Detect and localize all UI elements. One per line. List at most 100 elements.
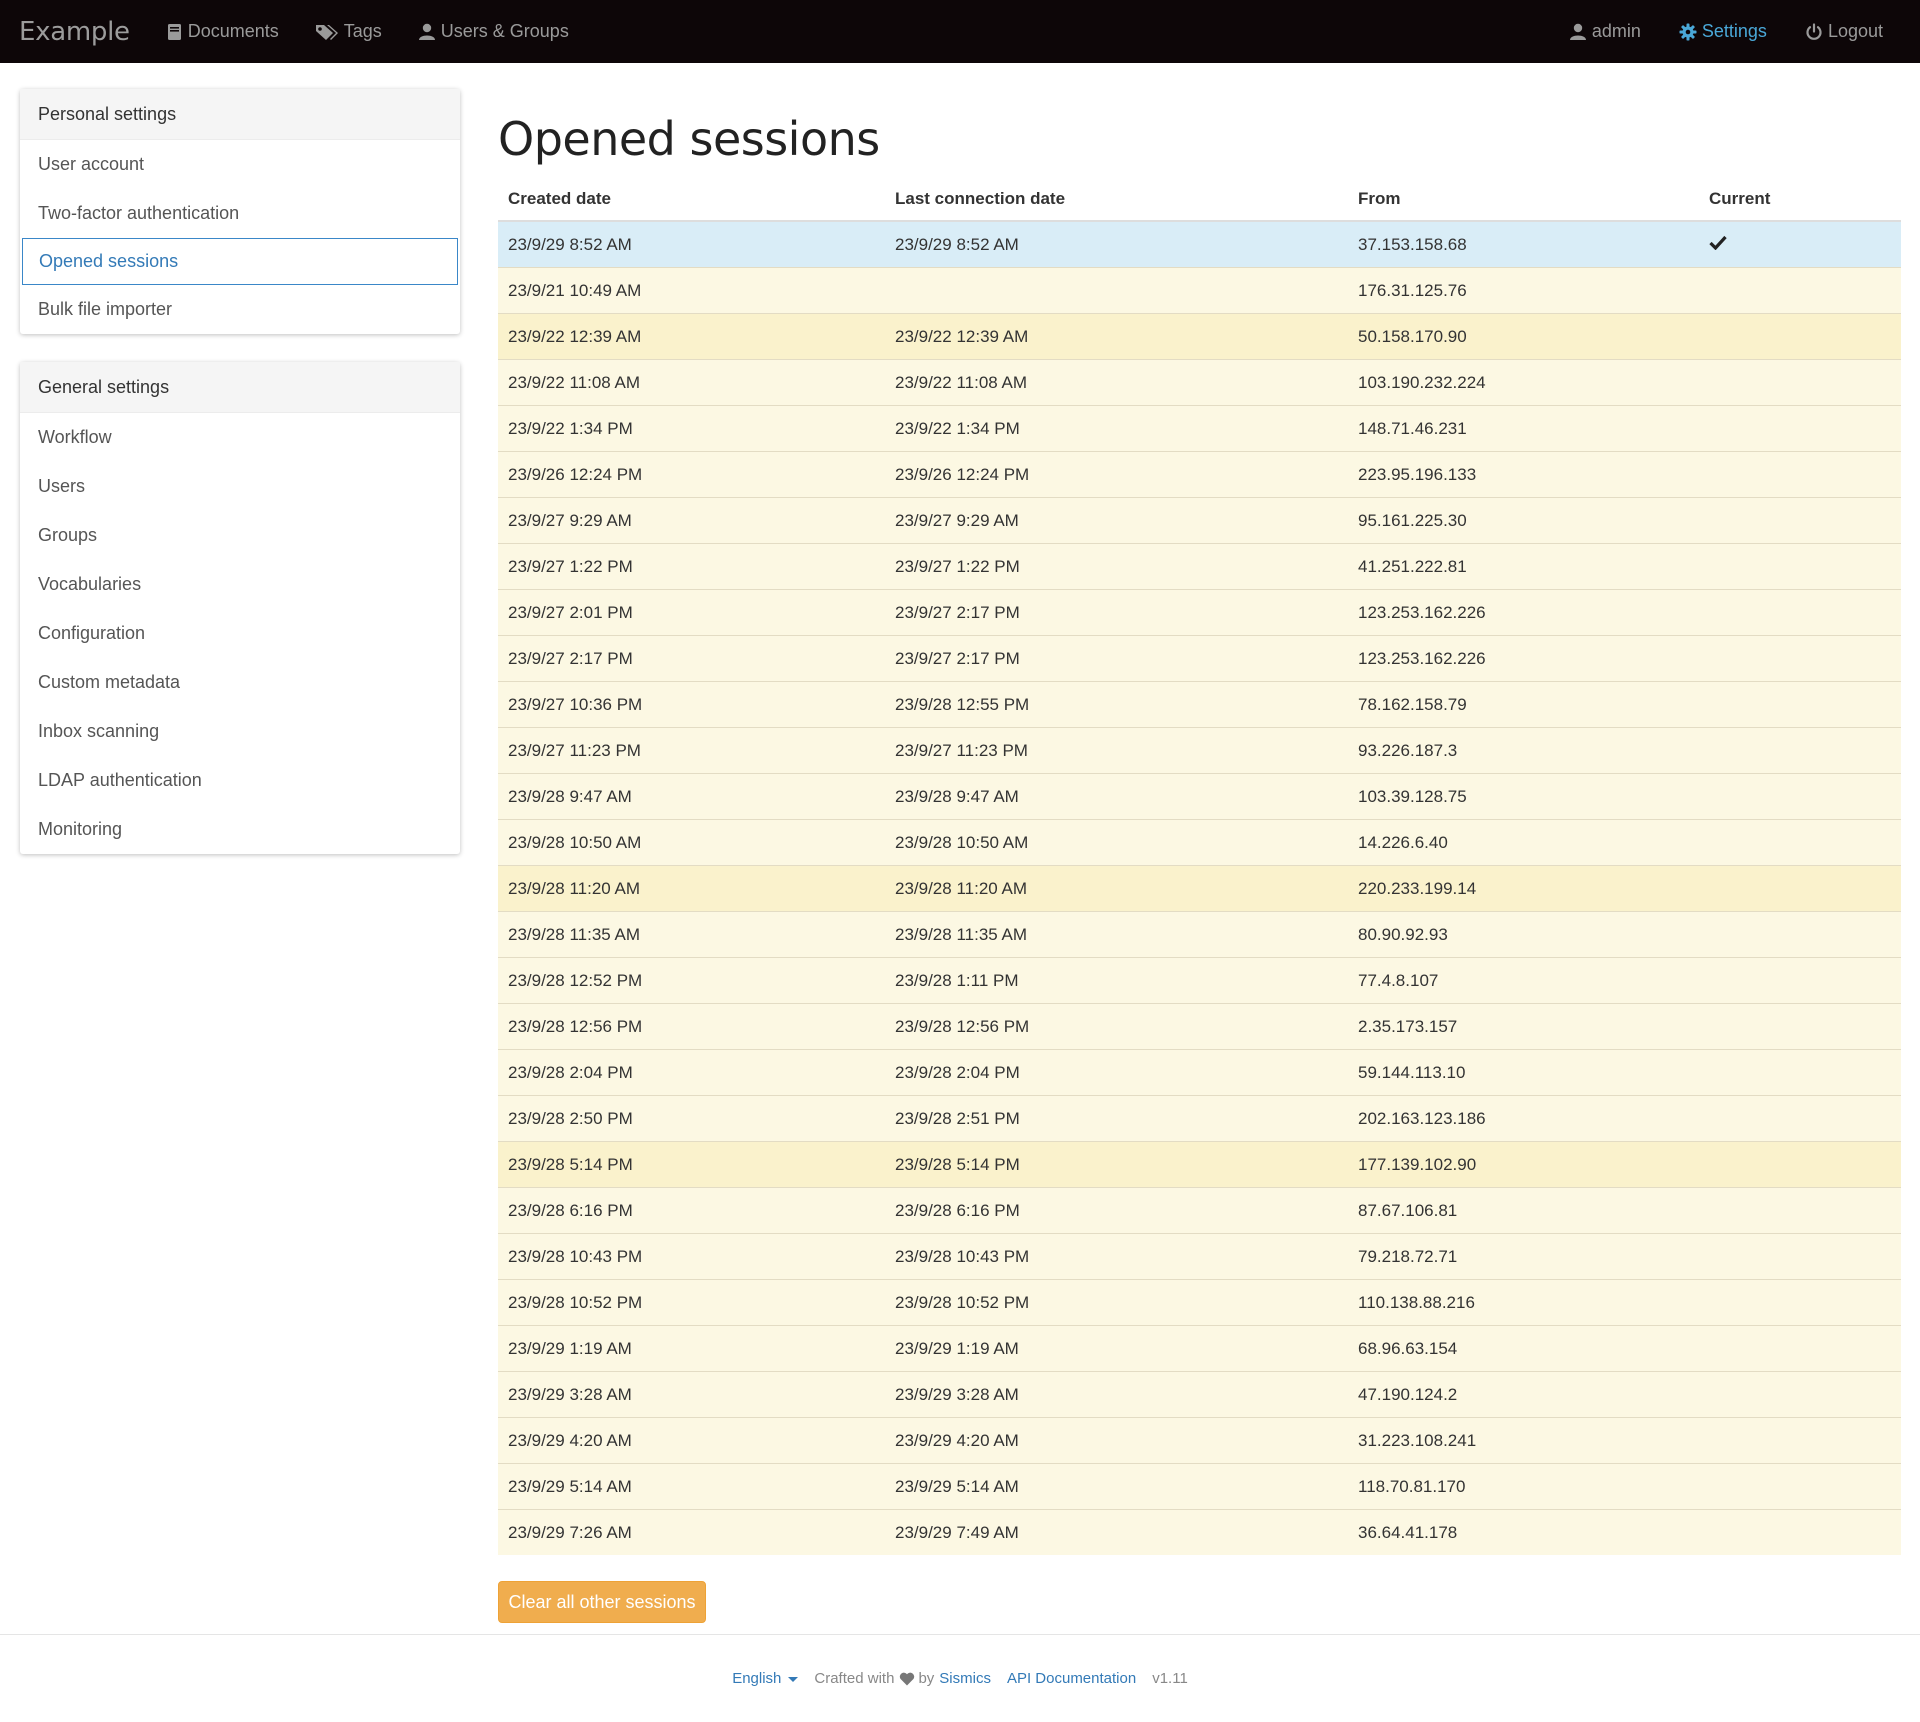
- cell-from-ip: 95.161.225.30: [1348, 497, 1699, 544]
- sidebar-item-groups[interactable]: Groups: [20, 511, 460, 560]
- page-title: Opened sessions: [498, 112, 880, 166]
- sidebar-item-bulk-file-importer[interactable]: Bulk file importer: [20, 285, 460, 334]
- sidebar-item-two-factor[interactable]: Two-factor authentication: [20, 189, 460, 238]
- cell-last-connection: 23/9/28 11:20 AM: [885, 865, 1348, 912]
- nav-documents[interactable]: Documents: [167, 21, 279, 42]
- cell-current: [1699, 773, 1901, 820]
- sidebar-item-custom-metadata[interactable]: Custom metadata: [20, 658, 460, 707]
- cell-last-connection: 23/9/29 1:19 AM: [885, 1325, 1348, 1372]
- cell-current: [1699, 1187, 1901, 1234]
- sidebar-item-ldap-authentication[interactable]: LDAP authentication: [20, 756, 460, 805]
- clear-sessions-button[interactable]: Clear all other sessions: [498, 1581, 706, 1623]
- cell-current: [1699, 589, 1901, 636]
- top-navbar: Example Documents Tags Users & Groups ad…: [0, 0, 1920, 63]
- cell-current: [1699, 1049, 1901, 1096]
- cell-created-date: 23/9/29 1:19 AM: [498, 1325, 885, 1372]
- api-documentation-link[interactable]: API Documentation: [1007, 1670, 1136, 1687]
- cell-created-date: 23/9/28 11:35 AM: [498, 911, 885, 958]
- footer: English Crafted with by Sismics API Docu…: [0, 1634, 1920, 1722]
- sismics-link[interactable]: Sismics: [939, 1670, 991, 1687]
- nav-settings[interactable]: Settings: [1679, 21, 1767, 42]
- table-row: 23/9/28 9:47 AM 23/9/28 9:47 AM 103.39.128…: [498, 773, 1901, 820]
- table-row: 23/9/28 2:04 PM 23/9/28 2:04 PM 59.144.113…: [498, 1049, 1901, 1096]
- cell-current: [1699, 497, 1901, 544]
- cell-created-date: 23/9/26 12:24 PM: [498, 451, 885, 498]
- sidebar-item-inbox-scanning[interactable]: Inbox scanning: [20, 707, 460, 756]
- cell-from-ip: 110.138.88.216: [1348, 1279, 1699, 1326]
- cell-from-ip: 103.39.128.75: [1348, 773, 1699, 820]
- table-row: 23/9/27 11:23 PM 23/9/27 11:23 PM 93.226.1…: [498, 727, 1901, 774]
- cell-from-ip: 123.253.162.226: [1348, 635, 1699, 682]
- cell-created-date: 23/9/27 9:29 AM: [498, 497, 885, 544]
- table-row: 23/9/28 10:52 PM 23/9/28 10:52 PM 110.138.…: [498, 1279, 1901, 1326]
- cell-from-ip: 78.162.158.79: [1348, 681, 1699, 728]
- crafted-with-text: Crafted with: [814, 1670, 895, 1687]
- table-row: 23/9/28 12:52 PM 23/9/28 1:11 PM 77.4.8.10…: [498, 957, 1901, 1004]
- cell-from-ip: 80.90.92.93: [1348, 911, 1699, 958]
- sidebar-item-monitoring[interactable]: Monitoring: [20, 805, 460, 854]
- sidebar-item-users[interactable]: Users: [20, 462, 460, 511]
- cell-from-ip: 14.226.6.40: [1348, 819, 1699, 866]
- sidebar-item-vocabularies[interactable]: Vocabularies: [20, 560, 460, 609]
- language-dropdown[interactable]: English: [732, 1670, 799, 1687]
- cell-created-date: 23/9/28 2:50 PM: [498, 1095, 885, 1142]
- table-header-row: Created date Last connection date From C…: [498, 178, 1901, 222]
- sidebar-item-configuration[interactable]: Configuration: [20, 609, 460, 658]
- sidebar-item-user-account[interactable]: User account: [20, 140, 460, 189]
- cell-from-ip: 148.71.46.231: [1348, 405, 1699, 452]
- cell-last-connection: 23/9/29 3:28 AM: [885, 1371, 1348, 1418]
- cell-last-connection: 23/9/27 9:29 AM: [885, 497, 1348, 544]
- nav-users-groups-label: Users & Groups: [440, 21, 569, 41]
- cell-created-date: 23/9/27 2:01 PM: [498, 589, 885, 636]
- cell-last-connection: 23/9/28 10:52 PM: [885, 1279, 1348, 1326]
- nav-settings-label: Settings: [1701, 21, 1767, 41]
- cell-created-date: 23/9/28 9:47 AM: [498, 773, 885, 820]
- table-row: 23/9/21 10:49 AM 176.31.125.76: [498, 267, 1901, 314]
- cell-created-date: 23/9/28 10:52 PM: [498, 1279, 885, 1326]
- cell-current: [1699, 451, 1901, 498]
- table-row: 23/9/27 9:29 AM 23/9/27 9:29 AM 95.161.225…: [498, 497, 1901, 544]
- cell-created-date: 23/9/28 12:56 PM: [498, 1003, 885, 1050]
- cell-last-connection: 23/9/28 12:56 PM: [885, 1003, 1348, 1050]
- brand-logo[interactable]: Example: [19, 17, 130, 47]
- cell-last-connection: 23/9/28 11:35 AM: [885, 911, 1348, 958]
- personal-settings-panel: Personal settings User account Two-facto…: [20, 89, 460, 334]
- sidebar-item-opened-sessions[interactable]: Opened sessions: [22, 238, 458, 285]
- cell-created-date: 23/9/28 6:16 PM: [498, 1187, 885, 1234]
- cell-from-ip: 37.153.158.68: [1348, 220, 1699, 268]
- cell-current: [1699, 543, 1901, 590]
- table-row: 23/9/29 8:52 AM 23/9/29 8:52 AM 37.153.158…: [498, 220, 1901, 268]
- table-row: 23/9/22 12:39 AM 23/9/22 12:39 AM 50.158.1…: [498, 313, 1901, 360]
- table-row: 23/9/28 12:56 PM 23/9/28 12:56 PM 2.35.173…: [498, 1003, 1901, 1050]
- version-label: v1.11: [1152, 1670, 1188, 1687]
- cell-current: [1699, 635, 1901, 682]
- cell-last-connection: 23/9/28 2:04 PM: [885, 1049, 1348, 1096]
- nav-logout-label: Logout: [1827, 21, 1883, 41]
- cell-current: [1699, 681, 1901, 728]
- cell-created-date: 23/9/28 5:14 PM: [498, 1141, 885, 1188]
- cell-created-date: 23/9/27 2:17 PM: [498, 635, 885, 682]
- table-row: 23/9/29 1:19 AM 23/9/29 1:19 AM 68.96.63.1…: [498, 1325, 1901, 1372]
- table-row: 23/9/29 7:26 AM 23/9/29 7:49 AM 36.64.41.1…: [498, 1509, 1901, 1555]
- cell-from-ip: 50.158.170.90: [1348, 313, 1699, 360]
- cell-from-ip: 220.233.199.14: [1348, 865, 1699, 912]
- cell-current: [1699, 865, 1901, 912]
- cell-current: [1699, 1003, 1901, 1050]
- tags-icon: [315, 24, 338, 40]
- cell-current: [1699, 1509, 1901, 1555]
- table-row: 23/9/28 11:35 AM 23/9/28 11:35 AM 80.90.92…: [498, 911, 1901, 958]
- cell-from-ip: 31.223.108.241: [1348, 1417, 1699, 1464]
- nav-admin[interactable]: admin: [1569, 21, 1641, 42]
- nav-logout[interactable]: Logout: [1805, 21, 1883, 42]
- cell-from-ip: 93.226.187.3: [1348, 727, 1699, 774]
- sessions-table: Created date Last connection date From C…: [498, 178, 1901, 1555]
- nav-tags[interactable]: Tags: [315, 21, 382, 42]
- cell-created-date: 23/9/21 10:49 AM: [498, 267, 885, 314]
- nav-users-groups[interactable]: Users & Groups: [418, 21, 569, 42]
- cell-created-date: 23/9/29 5:14 AM: [498, 1463, 885, 1510]
- cell-current: [1699, 1233, 1901, 1280]
- sidebar-item-workflow[interactable]: Workflow: [20, 413, 460, 462]
- table-row: 23/9/29 5:14 AM 23/9/29 5:14 AM 118.70.81.…: [498, 1463, 1901, 1510]
- cell-created-date: 23/9/22 1:34 PM: [498, 405, 885, 452]
- table-row: 23/9/27 1:22 PM 23/9/27 1:22 PM 41.251.222…: [498, 543, 1901, 590]
